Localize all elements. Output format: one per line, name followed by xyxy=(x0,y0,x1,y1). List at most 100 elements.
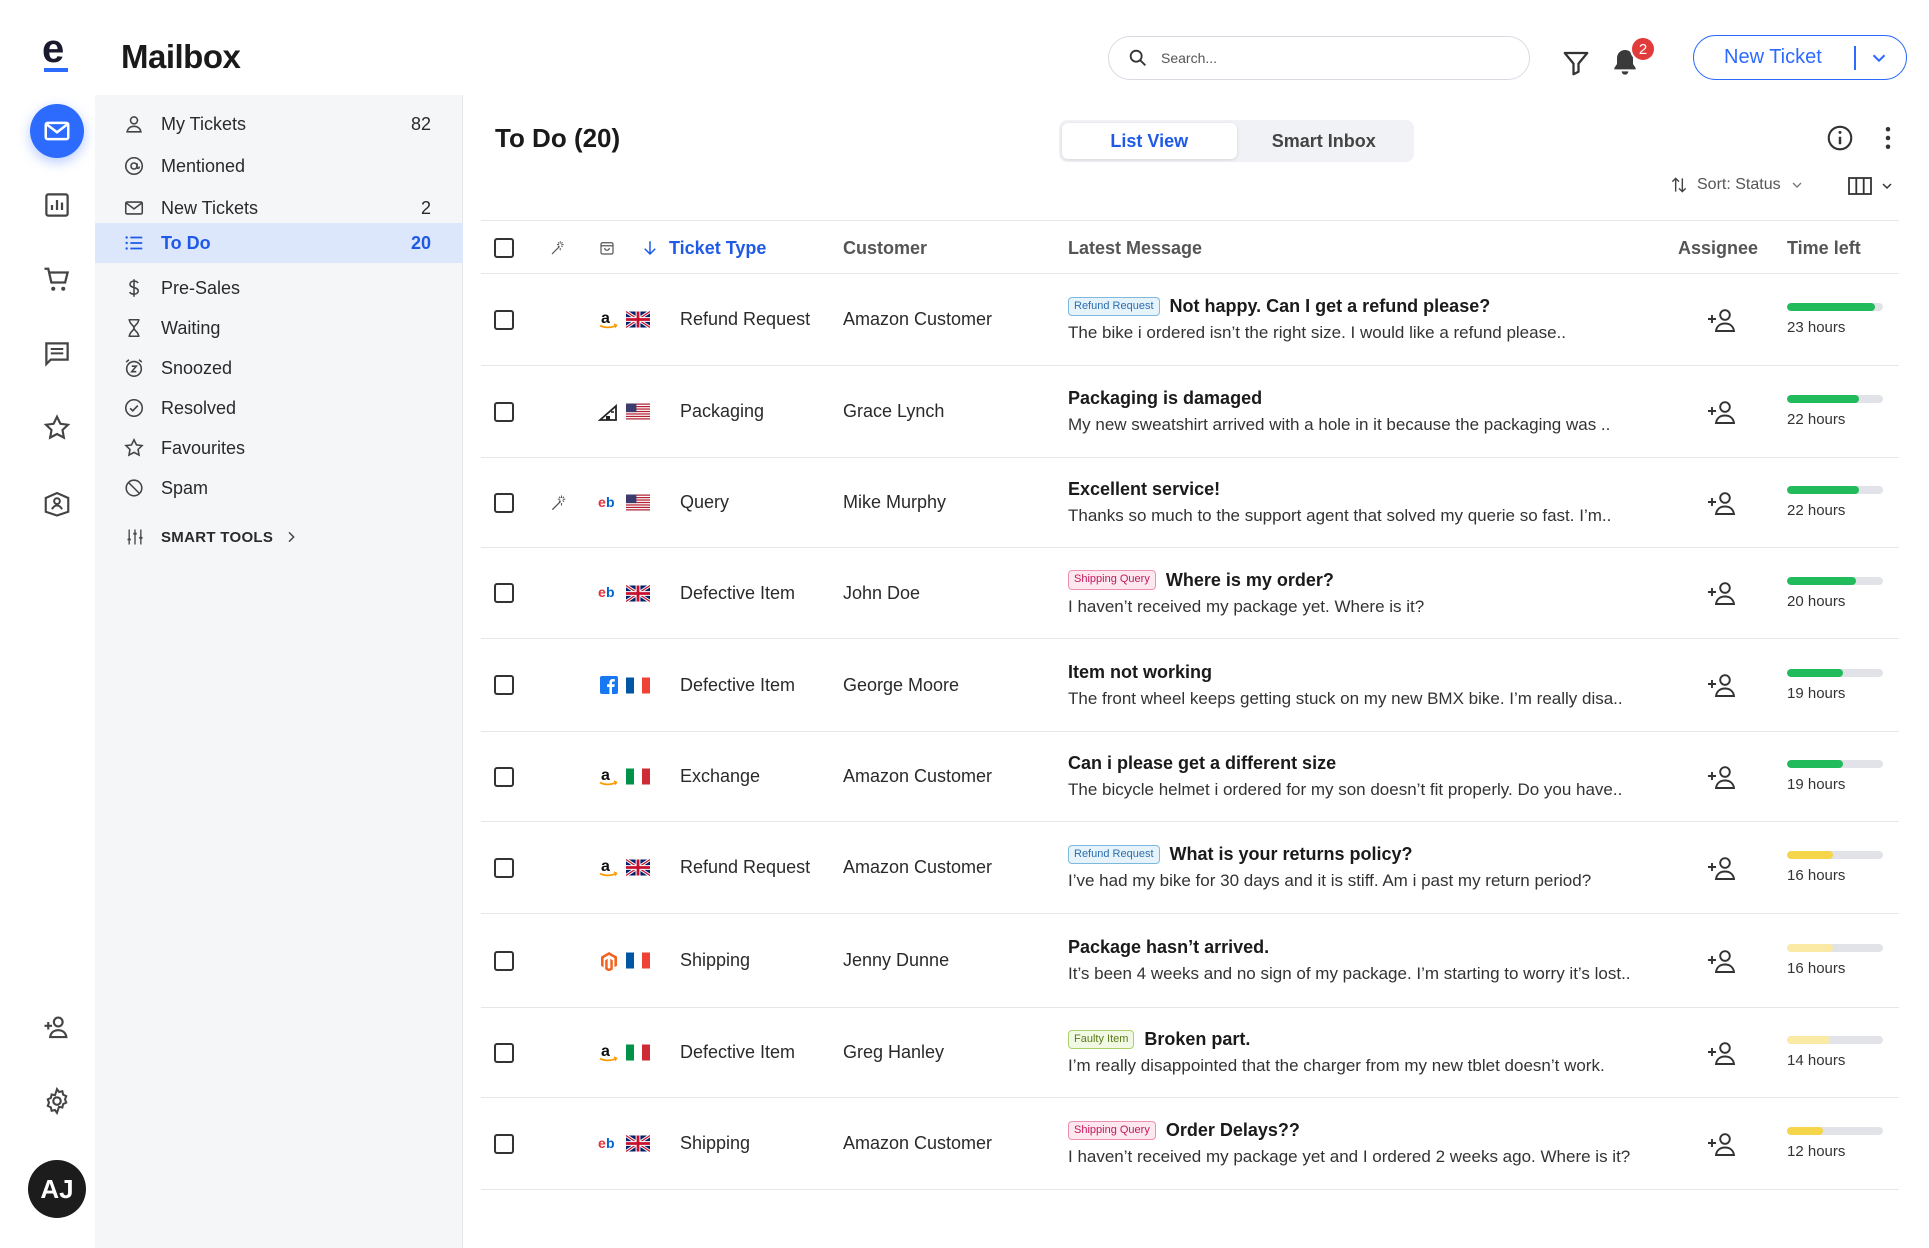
column-label: Ticket Type xyxy=(669,237,767,258)
sort-arrows-icon xyxy=(1671,177,1687,193)
tab-smart-inbox[interactable]: Smart Inbox xyxy=(1237,123,1412,159)
channel-cell: eb xyxy=(598,1098,650,1189)
sidebar-item-spam[interactable]: Spam xyxy=(95,469,463,507)
row-checkbox[interactable] xyxy=(494,492,514,513)
rail-reports-button[interactable] xyxy=(30,178,84,232)
latest-message[interactable]: Refund Request What is your returns polic… xyxy=(1068,822,1688,913)
message-title: Not happy. Can I get a refund please? xyxy=(1169,296,1491,316)
row-checkbox[interactable] xyxy=(494,1042,514,1063)
row-checkbox[interactable] xyxy=(494,309,514,330)
sidebar-item-new-tickets[interactable]: New Tickets 2 xyxy=(95,189,463,227)
sidebar-item-resolved[interactable]: Resolved xyxy=(95,389,463,427)
row-checkbox[interactable] xyxy=(494,950,514,971)
assign-button[interactable] xyxy=(1706,366,1738,457)
table-row[interactable]: a Defective Item Greg Hanley Faulty Item… xyxy=(481,1008,1899,1098)
sidebar-item-pre-sales[interactable]: Pre-Sales xyxy=(95,269,463,307)
channel-column-header[interactable] xyxy=(598,221,616,275)
table-row[interactable]: Shipping Jenny Dunne Package hasn’t arri… xyxy=(481,914,1899,1008)
assign-button[interactable] xyxy=(1706,1098,1738,1189)
customer-column-header[interactable]: Customer xyxy=(843,221,927,275)
message-preview: The bicycle helmet i ordered for my son … xyxy=(1068,780,1623,799)
search-box[interactable] xyxy=(1108,36,1530,80)
message-preview: Thanks so much to the support agent that… xyxy=(1068,506,1612,525)
sort-dropdown[interactable]: Sort: Status xyxy=(1669,175,1805,195)
sidebar-item-mentioned[interactable]: Mentioned xyxy=(95,147,463,185)
rail-contacts-button[interactable] xyxy=(30,476,84,530)
chevron-down-icon[interactable] xyxy=(1868,47,1890,69)
latest-message[interactable]: Excellent service! Thanks so much to the… xyxy=(1068,458,1688,547)
assign-button[interactable] xyxy=(1706,732,1738,821)
table-row[interactable]: Defective Item George Moore Item not wor… xyxy=(481,639,1899,732)
table-row[interactable]: a Refund Request Amazon Customer Refund … xyxy=(481,822,1899,914)
table-row[interactable]: eb Defective Item John Doe Shipping Quer… xyxy=(481,548,1899,639)
flag-fr-icon xyxy=(626,677,650,694)
new-ticket-button[interactable]: New Ticket xyxy=(1693,35,1907,80)
customer-name: George Moore xyxy=(843,674,960,695)
time-progress-fill xyxy=(1787,851,1834,859)
assign-button[interactable] xyxy=(1706,274,1738,365)
latest-message[interactable]: Shipping Query Order Delays?? I haven’t r… xyxy=(1068,1098,1688,1189)
message-title: Broken part. xyxy=(1144,1029,1251,1049)
rail-settings-button[interactable] xyxy=(30,1074,84,1128)
row-checkbox[interactable] xyxy=(494,1133,514,1154)
more-options-icon[interactable] xyxy=(1873,123,1903,153)
sidebar-item-snoozed[interactable]: Snoozed xyxy=(95,349,463,387)
time-left-cell: 22 hours xyxy=(1787,366,1883,457)
assign-button[interactable] xyxy=(1706,1008,1738,1097)
sidebar-item-favourites[interactable]: Favourites xyxy=(95,429,463,467)
latest-message[interactable]: Refund Request Not happy. Can I get a ref… xyxy=(1068,274,1688,365)
time-left-column-header[interactable]: Time left xyxy=(1787,221,1861,275)
rail-favourites-button[interactable] xyxy=(30,401,84,455)
sidebar-item-my-tickets[interactable]: My Tickets 82 xyxy=(95,105,463,143)
app-logo[interactable]: e xyxy=(40,27,76,76)
latest-message[interactable]: Packaging is damaged My new sweatshirt a… xyxy=(1068,366,1688,457)
row-checkbox[interactable] xyxy=(494,857,514,878)
magic-column-header[interactable] xyxy=(549,221,567,275)
latest-message[interactable]: Shipping Query Where is my order? I haven… xyxy=(1068,548,1688,638)
customer-name: Jenny Dunne xyxy=(843,950,950,970)
assignee-column-header[interactable]: Assignee xyxy=(1678,221,1758,275)
customer-name: Amazon Customer xyxy=(843,766,993,786)
table-row[interactable]: Packaging Grace Lynch Packaging is damag… xyxy=(481,366,1899,458)
latest-message[interactable]: Can i please get a different size The bi… xyxy=(1068,732,1688,821)
assign-button[interactable] xyxy=(1706,822,1738,913)
add-user-icon xyxy=(1706,305,1738,335)
latest-message[interactable]: Faulty Item Broken part. I’m really disap… xyxy=(1068,1008,1688,1097)
info-icon[interactable] xyxy=(1825,123,1855,153)
latest-message[interactable]: Package hasn’t arrived. It’s been 4 week… xyxy=(1068,914,1688,1007)
rail-messages-button[interactable] xyxy=(30,327,84,381)
table-body: a Refund Request Amazon Customer Refund … xyxy=(481,274,1899,1190)
row-checkbox[interactable] xyxy=(494,766,514,787)
latest-message[interactable]: Item not working The front wheel keeps g… xyxy=(1068,639,1688,731)
filter-icon[interactable] xyxy=(1561,48,1591,78)
assign-button[interactable] xyxy=(1706,639,1738,731)
time-progress-bar xyxy=(1787,486,1883,494)
search-input[interactable] xyxy=(1161,50,1501,66)
latest-message-column-header[interactable]: Latest Message xyxy=(1068,221,1202,275)
button-divider xyxy=(1854,45,1856,70)
select-all-checkbox[interactable] xyxy=(494,238,514,258)
row-checkbox[interactable] xyxy=(494,675,514,695)
ticket-type-column-header[interactable]: Ticket Type xyxy=(641,221,766,275)
table-row[interactable]: eb Query Mike Murphy Excellent service! … xyxy=(481,458,1899,548)
smart-tools-toggle[interactable]: SMART TOOLS xyxy=(125,527,299,547)
row-checkbox[interactable] xyxy=(494,401,514,422)
column-settings-button[interactable] xyxy=(1847,175,1895,197)
assign-button[interactable] xyxy=(1706,548,1738,638)
sidebar-item-waiting[interactable]: Waiting xyxy=(95,309,463,347)
channel-cell: eb xyxy=(598,458,650,547)
user-avatar[interactable]: AJ xyxy=(28,1160,86,1218)
row-checkbox[interactable] xyxy=(494,583,514,603)
time-left-text: 19 hours xyxy=(1787,684,1846,702)
sidebar-item-to-do[interactable]: To Do 20 xyxy=(95,223,463,263)
rail-mail-button[interactable] xyxy=(30,104,84,158)
table-row[interactable]: a Exchange Amazon Customer Can i please … xyxy=(481,732,1899,822)
rail-orders-button[interactable] xyxy=(30,253,84,307)
table-row[interactable]: eb Shipping Amazon Customer Shipping Que… xyxy=(481,1098,1899,1190)
assign-button[interactable] xyxy=(1706,914,1738,1007)
tab-list-view[interactable]: List View xyxy=(1062,123,1237,159)
time-left-text: 14 hours xyxy=(1787,1052,1846,1069)
rail-add-user-button[interactable] xyxy=(30,1000,84,1054)
assign-button[interactable] xyxy=(1706,458,1738,547)
table-row[interactable]: a Refund Request Amazon Customer Refund … xyxy=(481,274,1899,366)
